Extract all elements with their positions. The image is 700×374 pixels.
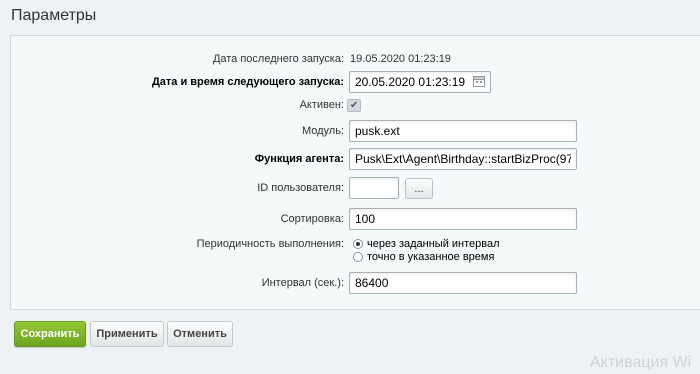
agent-function-input[interactable] xyxy=(349,148,577,170)
calendar-icon[interactable] xyxy=(473,75,485,87)
interval-input[interactable] xyxy=(349,272,577,294)
last-run-value: 19.05.2020 01:23:19 xyxy=(350,53,451,65)
last-run-label: Дата последнего запуска: xyxy=(212,53,344,65)
module-input[interactable] xyxy=(349,120,577,142)
next-run-label: Дата и время следующего запуска: xyxy=(151,76,344,88)
cancel-button[interactable]: Отменить xyxy=(167,321,233,347)
module-label: Модуль: xyxy=(301,125,344,137)
periodicity-label: Периодичность выполнения: xyxy=(196,238,344,250)
activation-watermark: Активация Wi xyxy=(590,354,692,371)
radio-exact-time-label: точно в указанное время xyxy=(367,251,495,263)
active-label: Активен: xyxy=(299,99,344,111)
next-run-datetime-input[interactable] xyxy=(349,71,491,93)
sort-input[interactable] xyxy=(349,208,577,230)
radio-exact-time[interactable] xyxy=(353,252,363,262)
page-header: Параметры xyxy=(0,0,700,36)
sort-label: Сортировка: xyxy=(280,213,344,225)
page-title: Параметры xyxy=(11,7,97,24)
check-icon: ✔ xyxy=(350,100,359,111)
apply-button[interactable]: Применить xyxy=(90,321,164,347)
save-button[interactable]: Сохранить xyxy=(14,321,86,347)
user-id-label: ID пользователя: xyxy=(257,182,344,194)
radio-interval[interactable] xyxy=(353,239,363,249)
radio-interval-label: через заданный интервал xyxy=(367,238,500,250)
user-id-input[interactable] xyxy=(349,177,399,199)
agent-function-label: Функция агента: xyxy=(254,153,344,165)
active-checkbox[interactable]: ✔ xyxy=(347,99,361,112)
user-search-button[interactable]: ... xyxy=(405,178,433,199)
interval-label: Интервал (сек.): xyxy=(261,277,344,289)
